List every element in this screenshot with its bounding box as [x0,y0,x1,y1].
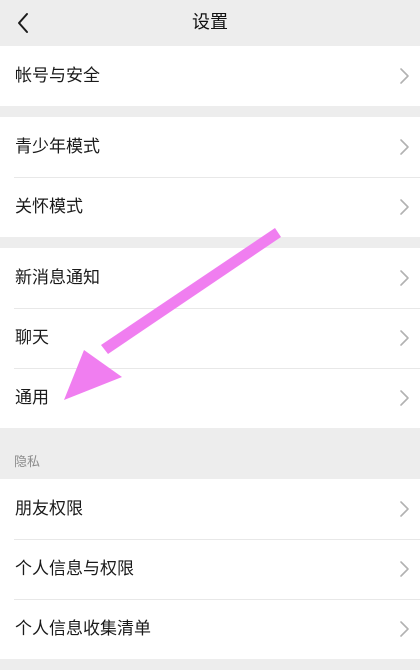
settings-group-general: 新消息通知 聊天 通用 [0,248,420,428]
row-label: 青少年模式 [15,137,100,157]
chevron-right-icon [400,621,409,637]
row-label: 通用 [15,388,49,408]
settings-row-notifications[interactable]: 新消息通知 [0,248,420,308]
row-label: 关怀模式 [15,197,83,217]
settings-page: 设置 帐号与安全 青少年模式 关怀模式 新消息通知 聊天 通用 隐私 朋友权限 … [0,0,420,670]
chevron-right-icon [400,390,409,406]
chevron-left-icon [18,13,28,33]
row-label: 聊天 [15,328,49,348]
settings-row-personal-info-permissions[interactable]: 个人信息与权限 [0,539,420,599]
chevron-right-icon [400,68,409,84]
section-header-privacy: 隐私 [0,441,420,479]
back-button[interactable] [8,6,38,40]
row-label: 个人信息与权限 [15,559,134,579]
section-header-label: 隐私 [14,455,41,470]
settings-row-care-mode[interactable]: 关怀模式 [0,177,420,237]
settings-row-friend-permissions[interactable]: 朋友权限 [0,479,420,539]
row-label: 新消息通知 [15,268,100,288]
chevron-right-icon [400,501,409,517]
settings-row-account-security[interactable]: 帐号与安全 [0,46,420,106]
row-label: 个人信息收集清单 [15,619,151,639]
chevron-right-icon [400,270,409,286]
settings-row-chat[interactable]: 聊天 [0,308,420,368]
settings-group-modes: 青少年模式 关怀模式 [0,117,420,237]
settings-group-account: 帐号与安全 [0,46,420,106]
settings-row-personal-info-collection[interactable]: 个人信息收集清单 [0,599,420,659]
settings-row-teen-mode[interactable]: 青少年模式 [0,117,420,177]
chevron-right-icon [400,330,409,346]
chevron-right-icon [400,199,409,215]
chevron-right-icon [400,561,409,577]
nav-bar: 设置 [0,0,420,46]
row-label: 帐号与安全 [15,66,100,86]
page-title: 设置 [192,12,228,33]
settings-row-general[interactable]: 通用 [0,368,420,428]
settings-group-privacy: 朋友权限 个人信息与权限 个人信息收集清单 [0,479,420,659]
row-label: 朋友权限 [15,499,83,519]
chevron-right-icon [400,139,409,155]
